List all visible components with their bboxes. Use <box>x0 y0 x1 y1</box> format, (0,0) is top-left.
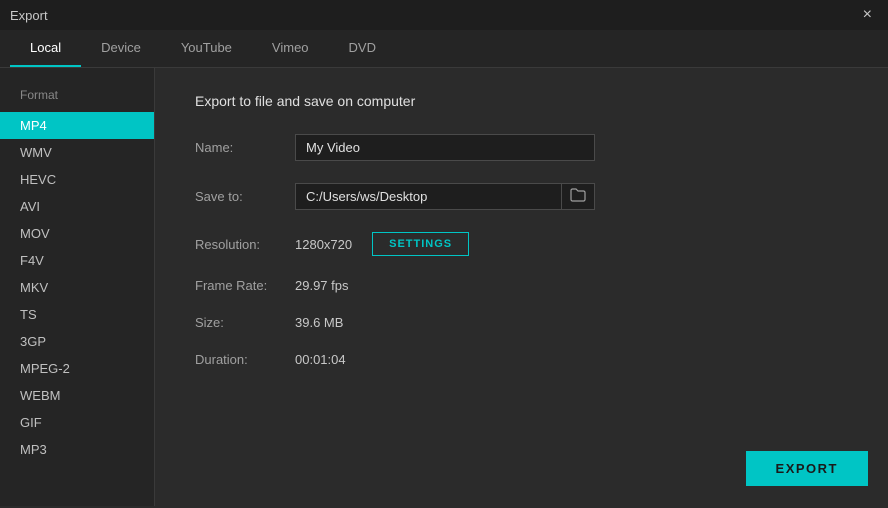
tab-youtube[interactable]: YouTube <box>161 30 252 67</box>
size-label: Size: <box>195 315 295 330</box>
format-item-gif[interactable]: GIF <box>0 409 154 436</box>
format-item-wmv[interactable]: WMV <box>0 139 154 166</box>
format-item-f4v[interactable]: F4V <box>0 247 154 274</box>
duration-label: Duration: <box>195 352 295 367</box>
export-button[interactable]: EXPORT <box>746 451 868 486</box>
tab-dvd[interactable]: DVD <box>329 30 396 67</box>
saveto-row: Save to: <box>195 183 848 210</box>
name-label: Name: <box>195 140 295 155</box>
framerate-value: 29.97 fps <box>295 278 349 293</box>
format-item-hevc[interactable]: HEVC <box>0 166 154 193</box>
title-bar: Export × <box>0 0 888 30</box>
saveto-label: Save to: <box>195 189 295 204</box>
close-button[interactable]: × <box>857 4 878 26</box>
format-item-mov[interactable]: MOV <box>0 220 154 247</box>
main-area: Format MP4 WMV HEVC AVI MOV F4V MKV TS 3… <box>0 68 888 506</box>
saveto-container <box>295 183 595 210</box>
tab-vimeo[interactable]: Vimeo <box>252 30 329 67</box>
framerate-label: Frame Rate: <box>195 278 295 293</box>
tab-device[interactable]: Device <box>81 30 161 67</box>
framerate-row: Frame Rate: 29.97 fps <box>195 278 848 293</box>
name-input[interactable] <box>295 134 595 161</box>
dialog-title: Export <box>10 8 48 23</box>
resolution-label: Resolution: <box>195 237 295 252</box>
saveto-input[interactable] <box>296 184 561 209</box>
size-value: 39.6 MB <box>295 315 343 330</box>
format-item-ts[interactable]: TS <box>0 301 154 328</box>
resolution-value-container: 1280x720 SETTINGS <box>295 232 469 256</box>
duration-row: Duration: 00:01:04 <box>195 352 848 367</box>
size-row: Size: 39.6 MB <box>195 315 848 330</box>
section-title: Export to file and save on computer <box>195 93 848 109</box>
folder-icon <box>570 188 586 202</box>
format-item-mpeg2[interactable]: MPEG-2 <box>0 355 154 382</box>
settings-button[interactable]: SETTINGS <box>372 232 469 256</box>
format-item-mkv[interactable]: MKV <box>0 274 154 301</box>
folder-browse-button[interactable] <box>561 184 594 209</box>
tab-bar: Local Device YouTube Vimeo DVD <box>0 30 888 68</box>
name-row: Name: <box>195 134 848 161</box>
format-item-webm[interactable]: WEBM <box>0 382 154 409</box>
resolution-value: 1280x720 <box>295 237 352 252</box>
format-sidebar: Format MP4 WMV HEVC AVI MOV F4V MKV TS 3… <box>0 68 155 506</box>
format-item-3gp[interactable]: 3GP <box>0 328 154 355</box>
resolution-row: Resolution: 1280x720 SETTINGS <box>195 232 848 256</box>
format-item-mp3[interactable]: MP3 <box>0 436 154 463</box>
sidebar-title: Format <box>0 83 154 112</box>
format-item-avi[interactable]: AVI <box>0 193 154 220</box>
export-content: Export to file and save on computer Name… <box>155 68 888 506</box>
duration-value: 00:01:04 <box>295 352 346 367</box>
tab-local[interactable]: Local <box>10 30 81 67</box>
format-item-mp4[interactable]: MP4 <box>0 112 154 139</box>
